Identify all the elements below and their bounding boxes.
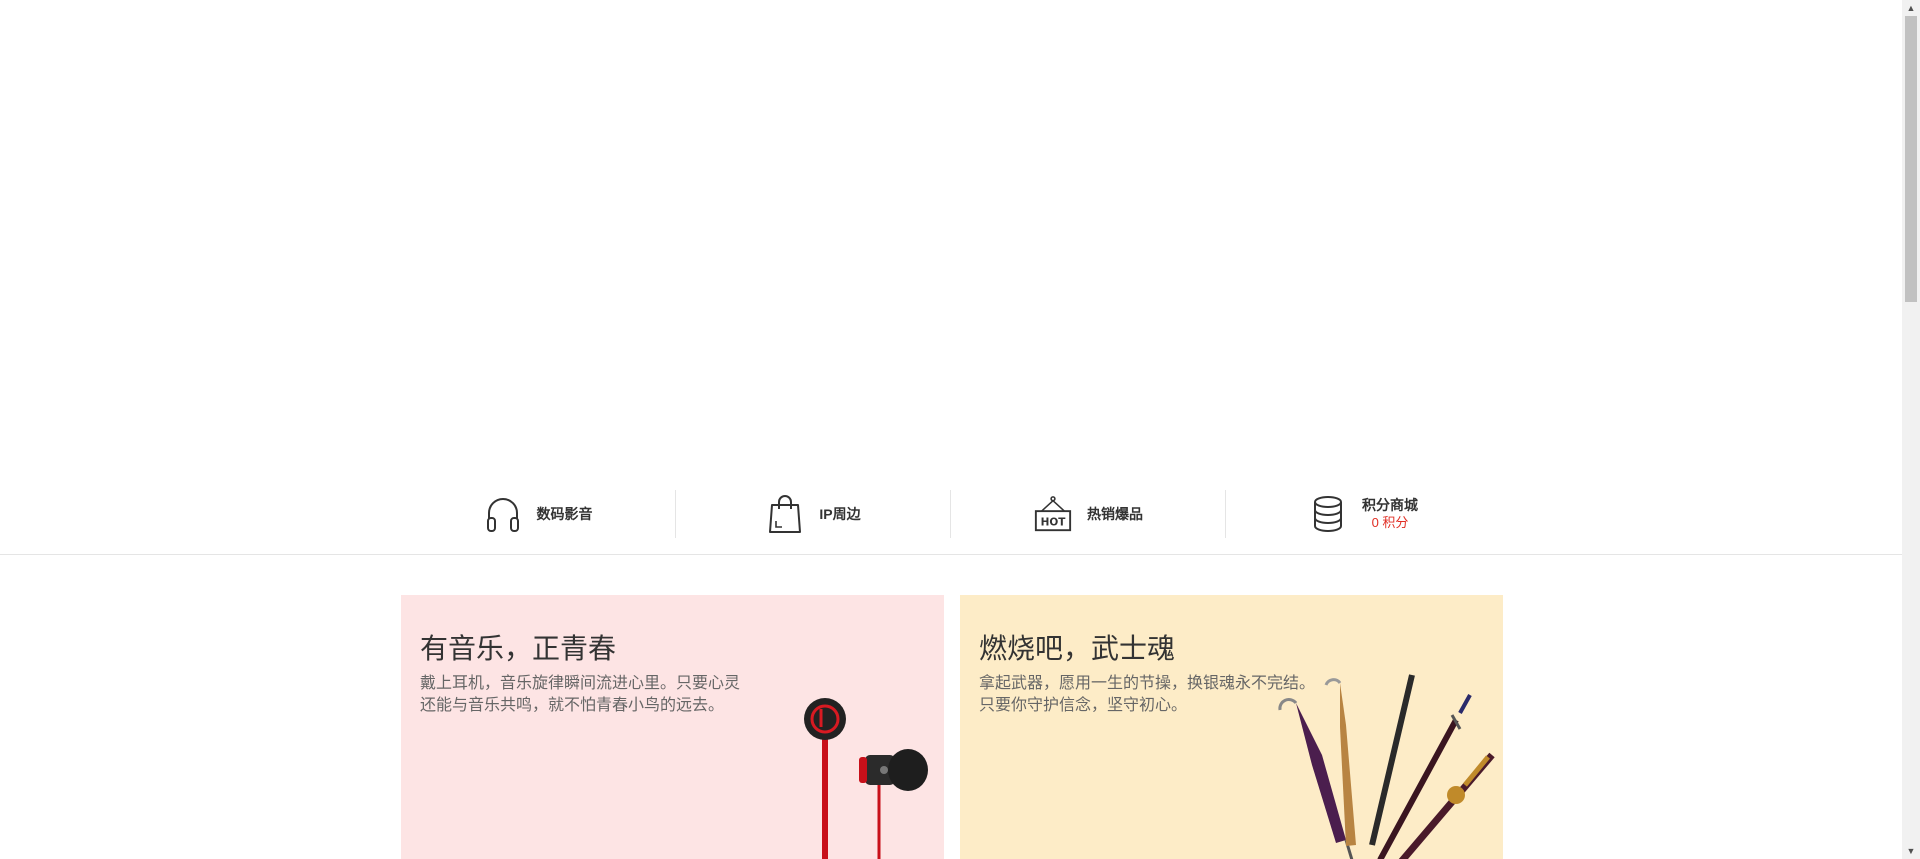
earphones-image — [751, 695, 931, 859]
shopping-bag-icon — [765, 493, 805, 535]
category-hot-sellers[interactable]: HOT 热销爆品 — [950, 490, 1225, 538]
hero-banner-area — [0, 0, 1902, 470]
page-scrollbar[interactable]: ▲ ▼ — [1902, 0, 1920, 859]
svg-text:HOT: HOT — [1041, 516, 1067, 528]
scroll-down-arrow-icon[interactable]: ▼ — [1902, 843, 1920, 859]
category-nav: 数码影音 IP周边 HOT 热销爆品 积分商城 0 积分 — [0, 470, 1902, 555]
points-balance: 0 积分 — [1371, 515, 1409, 530]
scroll-up-arrow-icon[interactable]: ▲ — [1902, 0, 1920, 16]
promo-title: 燃烧吧，武士魂 — [979, 632, 1176, 665]
umbrellas-swords-image — [1260, 665, 1500, 859]
promo-description: 戴上耳机，音乐旋律瞬间流进心里。只要心灵还能与音乐共鸣，就不怕青春小鸟的远去。 — [420, 675, 741, 714]
promo-title: 有音乐，正青春 — [420, 632, 617, 665]
coin-stack-icon — [1308, 493, 1348, 535]
headphones-icon — [483, 493, 523, 535]
category-digital-av[interactable]: 数码影音 — [400, 490, 675, 538]
category-label: IP周边 — [819, 506, 861, 522]
scroll-thumb[interactable] — [1905, 16, 1917, 302]
promo-card-music[interactable]: 有音乐，正青春 戴上耳机，音乐旋律瞬间流进心里。只要心灵还能与音乐共鸣，就不怕青… — [401, 595, 944, 859]
category-points-mall[interactable]: 积分商城 0 积分 — [1225, 490, 1500, 538]
category-label: 积分商城 — [1362, 497, 1418, 513]
category-ip-merch[interactable]: IP周边 — [675, 490, 950, 538]
hot-sign-icon: HOT — [1033, 493, 1073, 535]
category-label: 数码影音 — [536, 506, 593, 522]
promo-card-samurai[interactable]: 燃烧吧，武士魂 拿起武器，愿用一生的节操，换银魂永不完结。只要你守护信念，坚守初… — [960, 595, 1503, 859]
category-label: 热销爆品 — [1087, 506, 1143, 522]
